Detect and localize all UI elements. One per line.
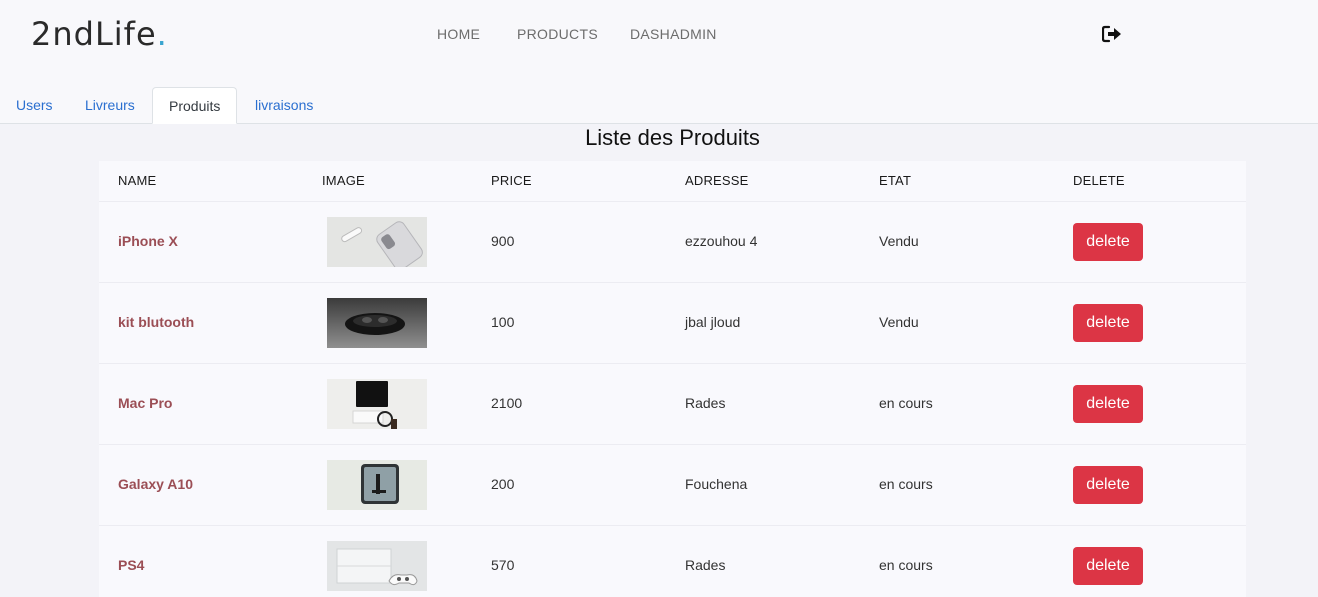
header-etat: ETAT: [879, 173, 912, 188]
galaxy-a10-image: [327, 460, 427, 510]
iphone-x-image: [327, 217, 427, 267]
product-adresse: ezzouhou 4: [685, 233, 758, 249]
product-price: 570: [491, 557, 515, 573]
product-name-link[interactable]: kit blutooth: [118, 314, 194, 330]
top-navbar: 2ndLife. HOME PRODUCTS DASHADMIN: [0, 0, 1318, 88]
product-name-link[interactable]: iPhone X: [118, 233, 178, 249]
delete-button[interactable]: delete: [1073, 385, 1143, 423]
product-adresse: Rades: [685, 395, 726, 411]
product-name-link[interactable]: PS4: [118, 557, 144, 573]
product-etat: en cours: [879, 395, 933, 411]
tab-livreurs[interactable]: Livreurs: [69, 87, 151, 124]
bluetooth-kit-image: [327, 298, 427, 348]
table-row: Mac Pro 2100 Rades en cours delete: [99, 363, 1246, 444]
table-row: kit blutooth 100 jbal jloud Vendu delete: [99, 282, 1246, 363]
table-row: Galaxy A10 200 Fouchena en cours delete: [99, 444, 1246, 525]
nav-dashadmin-link[interactable]: DASHADMIN: [630, 26, 717, 42]
table-row: PS4 570 Rades en cours delete: [99, 525, 1246, 597]
header-adresse: ADRESSE: [685, 173, 749, 188]
product-etat: en cours: [879, 557, 933, 573]
product-price: 900: [491, 233, 515, 249]
table-row: iPhone X 900 ezzouhou 4 Vendu delete: [99, 201, 1246, 282]
delete-button[interactable]: delete: [1073, 466, 1143, 504]
product-adresse: Fouchena: [685, 476, 748, 492]
product-adresse: jbal jloud: [685, 314, 741, 330]
ps4-image: [327, 541, 427, 591]
tab-produits[interactable]: Produits: [152, 87, 238, 124]
product-price: 200: [491, 476, 515, 492]
header-delete: DELETE: [1073, 173, 1125, 188]
product-price: 2100: [491, 395, 523, 411]
brand-text: 2ndLife: [31, 15, 157, 53]
product-etat: Vendu: [879, 314, 919, 330]
product-price: 100: [491, 314, 515, 330]
product-name-link[interactable]: Mac Pro: [118, 395, 172, 411]
header-image: IMAGE: [322, 173, 365, 188]
nav-home-link[interactable]: HOME: [437, 26, 480, 42]
products-table: NAME IMAGE PRICE ADRESSE ETAT DELETE iPh…: [99, 161, 1246, 597]
product-name-link[interactable]: Galaxy A10: [118, 476, 193, 492]
nav-products-link[interactable]: PRODUCTS: [517, 26, 598, 42]
tab-users[interactable]: Users: [0, 87, 69, 124]
admin-tabs: Users Livreurs Produits livraisons: [0, 87, 1318, 124]
header-price: PRICE: [491, 173, 532, 188]
header-name: NAME: [118, 173, 157, 188]
mac-pro-image: [327, 379, 427, 429]
product-etat: en cours: [879, 476, 933, 492]
product-etat: Vendu: [879, 233, 919, 249]
brand-logo[interactable]: 2ndLife.: [31, 14, 168, 54]
delete-button[interactable]: delete: [1073, 304, 1143, 342]
product-adresse: Rades: [685, 557, 726, 573]
page-title: Liste des Produits: [585, 125, 760, 150]
tab-livraisons[interactable]: livraisons: [239, 87, 329, 124]
brand-dot: .: [156, 15, 168, 53]
sign-out-icon[interactable]: [1101, 25, 1122, 43]
delete-button[interactable]: delete: [1073, 223, 1143, 261]
delete-button[interactable]: delete: [1073, 547, 1143, 585]
